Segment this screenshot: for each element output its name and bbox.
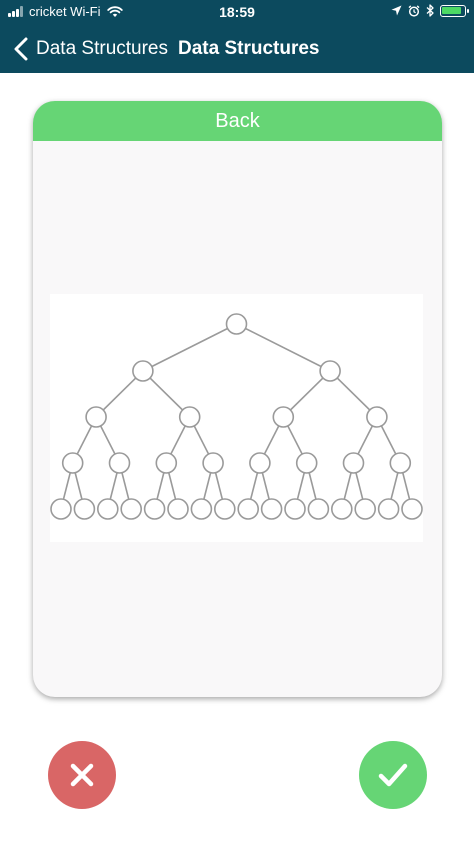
tree-node	[190, 498, 213, 520]
tree-edge	[236, 323, 331, 372]
chevron-left-icon	[14, 37, 28, 60]
tree-edges	[60, 323, 413, 510]
tree-node	[237, 498, 259, 520]
tree-node	[96, 498, 119, 520]
nav-title: Data Structures	[178, 37, 320, 59]
tree-node	[214, 498, 236, 520]
tree-node	[284, 498, 306, 520]
battery-fill	[442, 6, 461, 14]
tree-node	[178, 406, 201, 428]
battery-icon	[440, 4, 469, 17]
binary-tree-image	[50, 294, 423, 542]
tree-node	[85, 406, 107, 428]
bluetooth-icon	[426, 4, 434, 17]
tree-node	[319, 360, 341, 382]
tree-node	[389, 452, 412, 474]
flashcard[interactable]: Back	[33, 101, 442, 697]
tree-node	[167, 498, 189, 520]
tree-node	[249, 452, 271, 474]
checkmark-icon	[378, 763, 408, 787]
status-right	[385, 4, 469, 17]
tree-node	[108, 452, 131, 474]
alarm-clock-icon	[408, 4, 420, 17]
tree-node	[366, 406, 388, 428]
binary-tree-diagram	[50, 313, 423, 520]
card-back-button[interactable]: Back	[33, 101, 442, 141]
tree-node	[401, 498, 423, 520]
tree-node	[225, 313, 248, 335]
tree-node	[143, 498, 166, 520]
top-bar: cricket Wi-Fi 18:59 Data Structures Data…	[0, 0, 474, 73]
tree-node	[155, 452, 178, 474]
tree-node	[132, 360, 154, 382]
tree-node	[260, 498, 283, 520]
tree-node	[307, 498, 330, 520]
tree-node	[120, 498, 142, 520]
tree-node	[295, 452, 318, 474]
tree-node	[73, 498, 96, 520]
tree-node	[202, 452, 224, 474]
card-header-label: Back	[215, 109, 260, 132]
tree-node	[377, 498, 400, 520]
tree-node	[272, 406, 295, 428]
tree-node	[342, 452, 365, 474]
tree-node	[50, 498, 72, 520]
close-icon	[70, 763, 94, 787]
tree-node	[61, 452, 84, 474]
status-bar: cricket Wi-Fi 18:59	[0, 0, 474, 24]
nav-back-button[interactable]: Data Structures	[12, 37, 168, 61]
location-arrow-icon	[391, 5, 402, 16]
tree-node	[330, 498, 353, 520]
tree-edge	[142, 323, 237, 372]
reject-button[interactable]	[48, 741, 116, 809]
tree-nodes	[50, 313, 423, 520]
nav-back-label: Data Structures	[36, 37, 168, 59]
accept-button[interactable]	[359, 741, 427, 809]
navigation-bar: Data Structures Data Structures	[0, 24, 474, 73]
tree-node	[354, 498, 377, 520]
